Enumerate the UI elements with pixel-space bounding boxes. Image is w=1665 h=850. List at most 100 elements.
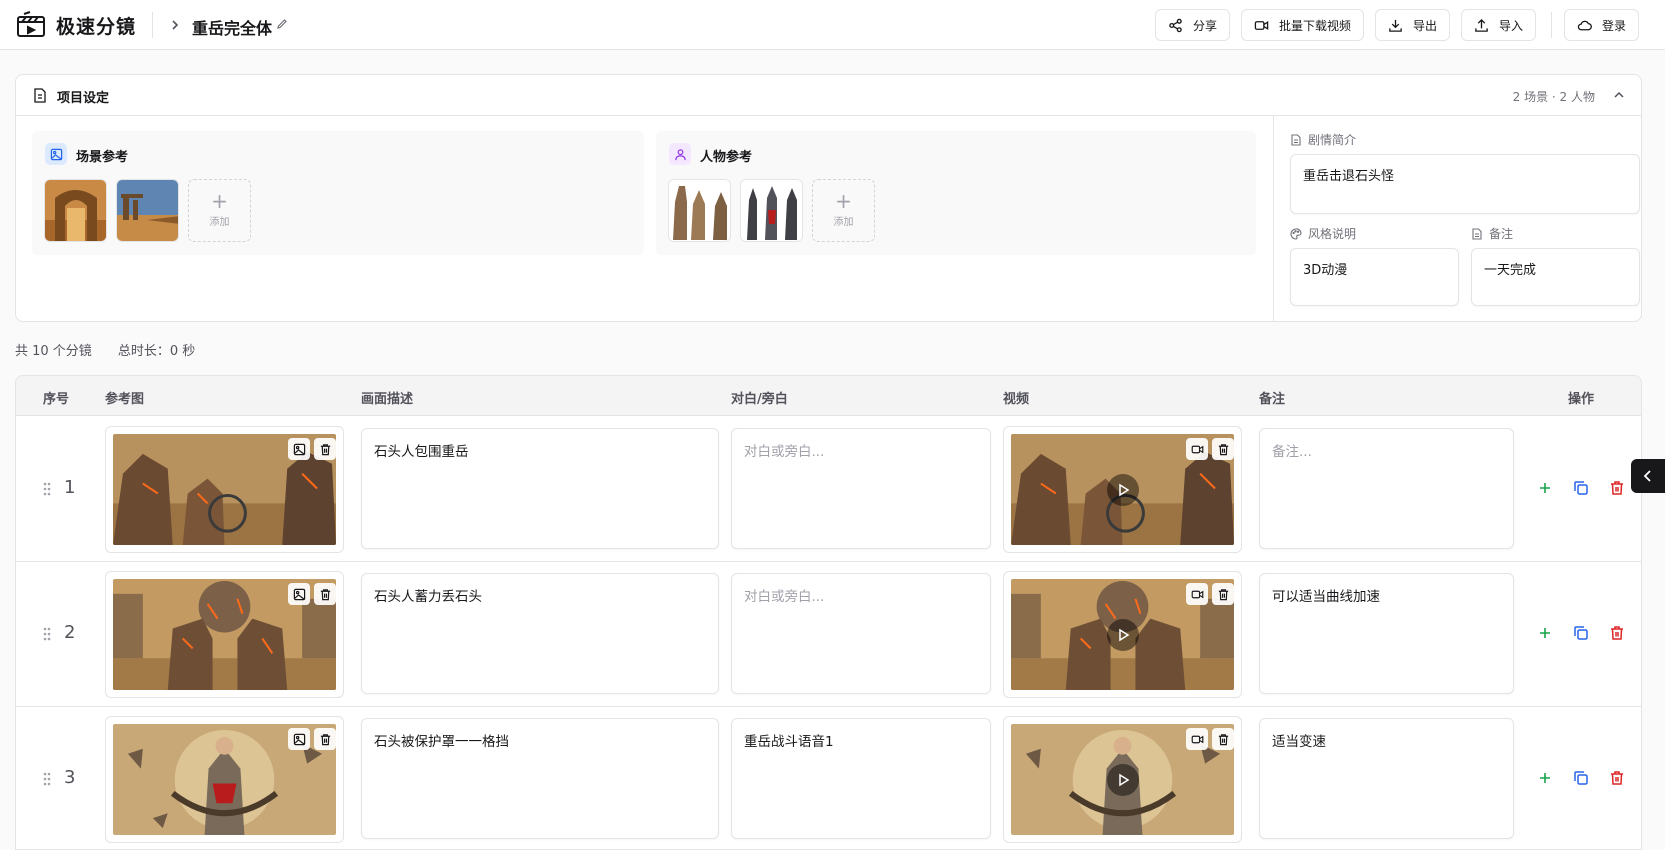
delete-video-button[interactable] [1212,728,1234,750]
shot-count: 共 10 个分镜 [15,344,92,359]
batch-download-button[interactable]: 批量下载视频 [1241,9,1365,41]
trash-icon [1218,733,1228,745]
replace-video-button[interactable] [1186,728,1208,750]
dialogue-field[interactable]: 对白或旁白... [731,428,991,549]
dialogue-field[interactable]: 对白或旁白... [731,573,991,694]
reference-image-cell[interactable] [105,426,344,553]
row-index: 1 [64,477,76,498]
delete-video-button[interactable] [1212,583,1234,605]
top-bar: 极速分镜 重岳完全体 分享 批量下载视频 导出 导入 登录 [0,0,1665,50]
palette-icon [1290,227,1302,240]
download-icon [1389,19,1402,32]
import-button[interactable]: 导入 [1461,9,1537,41]
description-field[interactable]: 石头人包围重岳 [361,428,719,549]
video-icon [1254,20,1269,30]
trash-icon[interactable] [1608,769,1626,787]
row-index: 3 [64,767,76,788]
description-field[interactable]: 石头被保护罩一一格挡 [361,718,719,839]
note-field[interactable]: 适当变速 [1259,718,1514,839]
character-thumbnail[interactable] [740,179,803,242]
replace-image-button[interactable] [288,438,310,460]
trash-icon[interactable] [1608,624,1626,642]
synopsis-label: 剧情简介 [1290,131,1356,148]
plus-icon[interactable] [1536,769,1554,787]
dialogue-field[interactable]: 重岳战斗语音1 [731,718,991,839]
video-cell[interactable] [1003,426,1242,553]
header-description: 画面描述 [361,392,414,407]
add-character-button[interactable]: + 添加 [812,179,875,242]
play-button[interactable] [1106,763,1139,796]
reference-image-cell[interactable] [105,716,344,843]
add-scene-button[interactable]: + 添加 [188,179,251,242]
settings-header[interactable]: 项目设定 2 场景 · 2 人物 [16,75,1641,116]
trash-icon [320,588,330,600]
replace-image-button[interactable] [288,583,310,605]
replace-image-button[interactable] [288,728,310,750]
grip-icon[interactable] [42,771,52,787]
play-button[interactable] [1106,618,1139,651]
trash-icon [1218,588,1228,600]
note-field[interactable]: 可以适当曲线加速 [1259,573,1514,694]
reference-image [113,724,336,835]
replace-video-button[interactable] [1186,438,1208,460]
replace-video-button[interactable] [1186,583,1208,605]
plus-icon[interactable] [1536,624,1554,642]
export-button[interactable]: 导出 [1375,9,1451,41]
add-character-label: 添加 [833,217,854,228]
project-title[interactable]: 重岳完全体 [192,15,272,39]
character-reference-title: 人物参考 [700,150,753,165]
pencil-icon[interactable] [276,18,288,30]
image-icon [293,588,305,600]
scene-thumbnail[interactable] [44,179,107,242]
trash-icon [1218,443,1228,455]
plus-icon: + [835,189,852,213]
share-button[interactable]: 分享 [1155,9,1231,41]
header-index: 序号 [43,392,70,407]
table-header: 序号 参考图 画面描述 对白/旁白 视频 备注 操作 [16,376,1641,416]
grip-icon[interactable] [42,481,52,497]
video-preview [1011,724,1234,835]
delete-image-button[interactable] [314,728,336,750]
document-icon [1291,133,1301,146]
style-field[interactable]: 3D动漫 [1290,248,1459,306]
delete-image-button[interactable] [314,583,336,605]
notes-label: 备注 [1471,225,1513,242]
play-icon [1118,628,1129,641]
import-label: 导入 [1499,18,1524,33]
copy-icon[interactable] [1572,479,1590,497]
header-actions: 操作 [1568,392,1595,407]
delete-video-button[interactable] [1212,438,1234,460]
chevron-up-icon[interactable] [1612,88,1626,102]
total-duration: 总时长：0 秒 [117,344,196,359]
note-field[interactable]: 备注... [1259,428,1514,549]
export-label: 导出 [1413,18,1438,33]
scene-thumbnail[interactable] [116,179,179,242]
table-row: 2 石头人蓄力丢石头 对白或旁白... 可以适当曲线加速 [16,562,1641,707]
share-icon [1169,18,1182,32]
notes-field[interactable]: 一天完成 [1471,248,1640,306]
upload-icon [1475,18,1488,32]
character-reference-panel: 人物参考 + 添加 [656,131,1256,255]
add-scene-label: 添加 [209,217,230,228]
film-logo-icon[interactable] [16,11,46,39]
character-thumbnail[interactable] [668,179,731,242]
copy-icon[interactable] [1572,624,1590,642]
header-note: 备注 [1259,392,1286,407]
delete-image-button[interactable] [314,438,336,460]
video-cell[interactable] [1003,571,1242,698]
plus-icon[interactable] [1536,479,1554,497]
synopsis-field[interactable]: 重岳击退石头怪 [1290,154,1640,214]
trash-icon[interactable] [1608,479,1626,497]
side-panel-toggle[interactable] [1631,459,1665,493]
grip-icon[interactable] [42,626,52,642]
video-preview [1011,579,1234,690]
trash-icon [320,733,330,745]
description-field[interactable]: 石头人蓄力丢石头 [361,573,719,694]
video-cell[interactable] [1003,716,1242,843]
reference-image-cell[interactable] [105,571,344,698]
login-button[interactable]: 登录 [1564,9,1640,41]
storyboard-summary: 共 10 个分镜 总时长：0 秒 [15,340,195,359]
copy-icon[interactable] [1572,769,1590,787]
play-button[interactable] [1106,473,1139,506]
brand-name[interactable]: 极速分镜 [56,12,136,39]
